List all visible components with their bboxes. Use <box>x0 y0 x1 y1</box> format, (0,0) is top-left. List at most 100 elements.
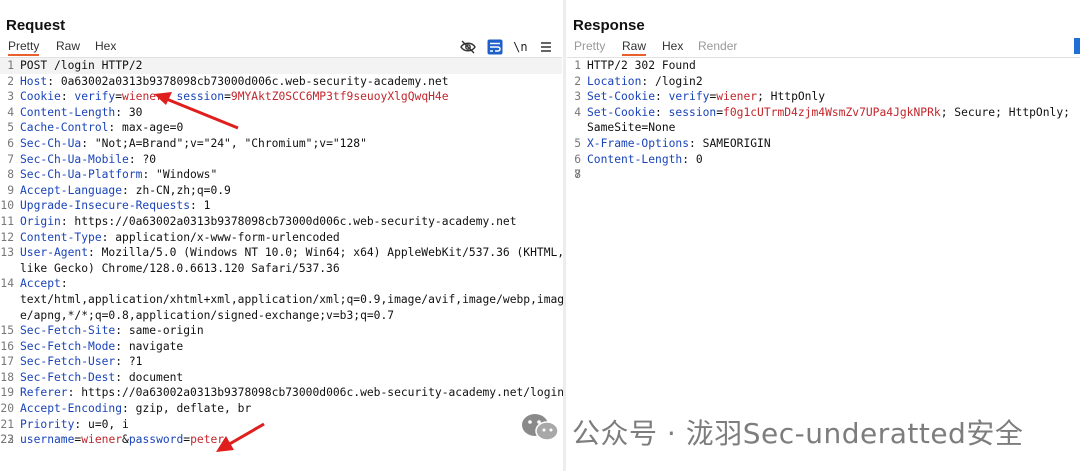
header-sep: : <box>88 246 102 260</box>
line-number: 8 <box>7 168 14 182</box>
code-line: 13 User-Agent: Mozilla/5.0 (Windows NT 10… <box>0 245 564 261</box>
cookie-name: verify <box>668 90 710 104</box>
code-line: 21 Priority: u=0, i <box>0 417 562 433</box>
code-line: 11 Origin: https://0a63002a0313b9378098cb… <box>0 214 562 230</box>
watermark-text: 公众号 · 泷羽Sec-underatted安全 <box>572 417 1024 450</box>
line-number: 2 <box>7 74 14 88</box>
request-tab-raw[interactable]: Raw <box>56 39 80 53</box>
header-sep: : <box>689 136 703 150</box>
line-number: 17 <box>0 355 14 369</box>
header-sep: : <box>190 199 204 213</box>
newline-toggle[interactable]: \n <box>513 40 527 54</box>
header-sep: : <box>122 402 136 416</box>
header-sep: : <box>108 121 123 135</box>
header-value: zh-CN,zh;q=0.9 <box>135 183 231 197</box>
header-name: Set-Cookie <box>587 90 656 104</box>
response-tab-raw[interactable]: Raw <box>622 39 647 56</box>
header-name: Sec-Ch-Ua-Mobile <box>20 152 129 166</box>
header-name: Cache-Control <box>20 121 109 135</box>
code-line: 10 Upgrade-Insecure-Requests: 1 <box>0 198 562 214</box>
code-line: 1 POST /login HTTP/2 <box>0 58 562 74</box>
code-line: 23 username=wiener&password=peter <box>0 432 562 448</box>
cookie-value: wiener <box>716 90 758 104</box>
header-value: 30 <box>128 105 143 119</box>
param-separator: & <box>122 433 129 447</box>
line-number: 1 <box>7 59 14 72</box>
header-sep: : <box>60 90 75 104</box>
header-sep: : <box>142 168 157 182</box>
code-line: 6 Sec-Ch-Ua: "Not;A=Brand";v="24", "Chrom… <box>0 136 562 152</box>
cookie-name: verify <box>74 90 116 104</box>
header-value: ?1 <box>128 355 143 369</box>
header-value: https://0a63002a0313b9378098cb73000d006c… <box>74 214 517 228</box>
code-line: 20 Accept-Encoding: gzip, deflate, br <box>0 401 562 417</box>
code-line: 4 Content-Length: 30 <box>0 105 562 121</box>
hamburger-menu-icon[interactable] <box>538 39 554 55</box>
pane-divider[interactable] <box>563 0 566 471</box>
header-sep: : <box>115 370 129 384</box>
header-sep: : <box>60 214 75 228</box>
code-line: 19 Referer: https://0a63002a0313b9378098c… <box>0 385 564 401</box>
header-sep: : <box>641 74 656 88</box>
line-number: 4 <box>574 105 581 119</box>
header-value: gzip, deflate, br <box>135 402 252 416</box>
response-editor[interactable]: 1 HTTP/2 302 Found 2 Location: /login2 3 Set-… <box>567 58 1080 181</box>
line-number: 3 <box>7 90 14 104</box>
header-sep: : <box>115 324 129 338</box>
code-line: 7 Sec-Ch-Ua-Mobile: ?0 <box>0 152 562 168</box>
line-number: 23 <box>0 433 14 447</box>
header-value: application/x-www-form-urlencoded <box>115 230 340 244</box>
response-tab-hex[interactable]: Hex <box>662 39 683 53</box>
code-line: 3 Set-Cookie: verify=wiener; HttpOnly <box>567 89 1080 105</box>
header-sep: : <box>81 136 95 150</box>
response-tab-pretty[interactable]: Pretty <box>574 39 605 53</box>
line-number: 10 <box>0 199 14 213</box>
request-editor[interactable]: 1 POST /login HTTP/2 2 Host: 0a63002a0313b9… <box>0 58 564 448</box>
code-line: 8 Sec-Ch-Ua-Platform: "Windows" <box>0 167 562 183</box>
header-sep: : <box>67 386 82 400</box>
code-line: 2 Location: /login2 <box>567 74 1080 90</box>
line-number: 1 <box>574 59 581 72</box>
code-line: 4 Set-Cookie: session=f0g1cUTrmD4zjm4WsmZ… <box>567 105 1080 121</box>
code-line: SameSite=None <box>567 120 1080 136</box>
response-title: Response <box>573 17 645 34</box>
equals: = <box>224 90 231 104</box>
response-toolbar-button[interactable] <box>1074 38 1080 54</box>
code-line: 6 Content-Length: 0 <box>567 152 1080 168</box>
header-sep: : <box>115 339 129 353</box>
response-tab-render[interactable]: Render <box>698 39 737 53</box>
line-number: 13 <box>0 246 14 260</box>
header-value: "Windows" <box>156 168 218 182</box>
line-number: 6 <box>574 152 581 166</box>
header-name: Cookie <box>20 90 61 104</box>
request-pane: Request Pretty Raw Hex \n 1 POST /login H… <box>0 0 564 471</box>
code-line: 2 Host: 0a63002a0313b9378098cb73000d006c.… <box>0 74 562 90</box>
header-value: 0a63002a0313b9378098cb73000d006c.web-sec… <box>60 74 449 88</box>
request-title: Request <box>6 17 66 34</box>
code-line: 5 Cache-Control: max-age=0 <box>0 120 562 136</box>
line-number: 18 <box>0 370 14 384</box>
header-name: Sec-Fetch-Site <box>20 324 116 338</box>
eye-off-icon[interactable] <box>460 39 477 55</box>
code-line: 15 Sec-Fetch-Site: same-origin <box>0 323 562 339</box>
cookie-value: wiener <box>122 90 163 104</box>
request-tab-pretty[interactable]: Pretty <box>8 39 40 56</box>
line-number: 6 <box>7 136 14 150</box>
line-number: 16 <box>0 339 14 353</box>
header-name: Location <box>587 74 642 88</box>
cookie-value: 9MYAktZ0SCC6MP3tf9seuoyXlgQwqH4e <box>230 90 449 104</box>
line-number: 5 <box>7 121 14 135</box>
header-name: Accept-Encoding <box>20 402 123 416</box>
code-line: 1 HTTP/2 302 Found <box>567 58 1080 74</box>
wrap-lines-icon[interactable] <box>487 39 503 55</box>
code-line: 16 Sec-Fetch-Mode: navigate <box>0 339 562 355</box>
header-value: /login2 <box>655 74 703 88</box>
line-number: 12 <box>0 230 14 244</box>
header-name: Priority <box>20 417 75 431</box>
header-name: Sec-Fetch-Dest <box>20 370 116 384</box>
request-tab-hex[interactable]: Hex <box>95 39 116 53</box>
header-sep: : <box>122 183 136 197</box>
header-sep: : <box>60 277 68 291</box>
header-name: Content-Type <box>20 230 102 244</box>
wechat-icon <box>522 414 559 441</box>
